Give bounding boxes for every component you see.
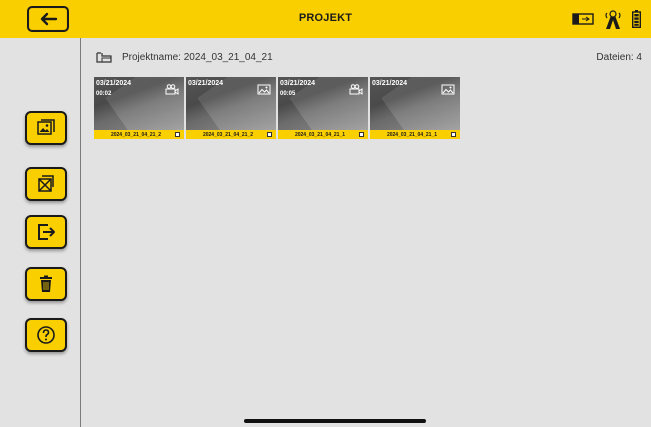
image-icon (257, 84, 271, 95)
deselect-button[interactable] (25, 167, 67, 201)
video-camera-icon (165, 84, 179, 95)
file-thumbnail[interactable]: 03/21/2024 00:05 2024_03_21_04_21_1 (278, 77, 368, 140)
file-name: 2024_03_21_04_21_1 (386, 131, 438, 138)
select-checkbox[interactable] (451, 132, 456, 137)
thumbnail-date: 03/21/2024 (372, 80, 408, 87)
thumbnail-label-bar: 2024_03_21_04_21_2 (186, 130, 276, 139)
project-name: Projektname: 2024_03_21_04_21 (122, 51, 273, 63)
video-duration: 00:05 (280, 91, 296, 97)
project-row: Projektname: 2024_03_21_04_21 (96, 48, 273, 66)
export-arrow-icon (38, 224, 55, 240)
select-checkbox[interactable] (175, 132, 180, 137)
gallery-button[interactable] (25, 111, 67, 145)
main-area: Projektname: 2024_03_21_04_21 Dateien: 4… (82, 38, 651, 427)
help-button[interactable] (25, 318, 67, 352)
thumbnail-label-bar: 2024_03_21_04_21_1 (278, 130, 368, 139)
file-name: 2024_03_21_04_21_1 (294, 131, 346, 138)
folder-icon (96, 52, 112, 63)
top-bar: PROJEKT (0, 0, 651, 38)
thumbnail-date: 03/21/2024 (280, 80, 316, 87)
thumbnail-label-bar: 2024_03_21_04_21_2 (94, 130, 184, 139)
file-name: 2024_03_21_04_21_2 (202, 131, 254, 138)
thumbnail-image: 03/21/2024 00:05 (278, 77, 368, 130)
sidebar (0, 38, 81, 427)
page-title: PROJEKT (298, 12, 353, 24)
file-thumbnail[interactable]: 03/21/2024 00:02 2024_03_21_04_21_2 (94, 77, 184, 140)
crossed-box-icon (38, 175, 54, 192)
trash-icon (40, 275, 52, 292)
home-indicator[interactable] (244, 419, 426, 423)
file-name: 2024_03_21_04_21_2 (110, 131, 162, 138)
video-duration: 00:02 (96, 91, 112, 97)
signal-tower-icon (605, 10, 621, 29)
delete-button[interactable] (25, 267, 67, 301)
select-checkbox[interactable] (267, 132, 272, 137)
status-icons (572, 8, 641, 30)
file-thumbnail[interactable]: 03/21/2024 2024_03_21_04_21_1 (370, 77, 460, 140)
thumbnail-image: 03/21/2024 (370, 77, 460, 130)
file-count: Dateien: 4 (596, 52, 642, 63)
thumbnail-image: 03/21/2024 (186, 77, 276, 130)
file-grid: 03/21/2024 00:02 2024_03_21_04_21_2 03/2… (94, 77, 460, 140)
thumbnail-image: 03/21/2024 00:02 (94, 77, 184, 130)
select-checkbox[interactable] (359, 132, 364, 137)
question-mark-icon (37, 326, 55, 344)
image-icon (441, 84, 455, 95)
file-thumbnail[interactable]: 03/21/2024 2024_03_21_04_21_2 (186, 77, 276, 140)
video-camera-icon (349, 84, 363, 95)
picture-frame-icon (37, 119, 55, 135)
usb-stick-icon (572, 13, 594, 25)
thumbnail-date: 03/21/2024 (188, 80, 224, 87)
battery-icon (632, 10, 641, 28)
thumbnail-date: 03/21/2024 (96, 80, 132, 87)
export-button[interactable] (25, 215, 67, 249)
thumbnail-label-bar: 2024_03_21_04_21_1 (370, 130, 460, 139)
